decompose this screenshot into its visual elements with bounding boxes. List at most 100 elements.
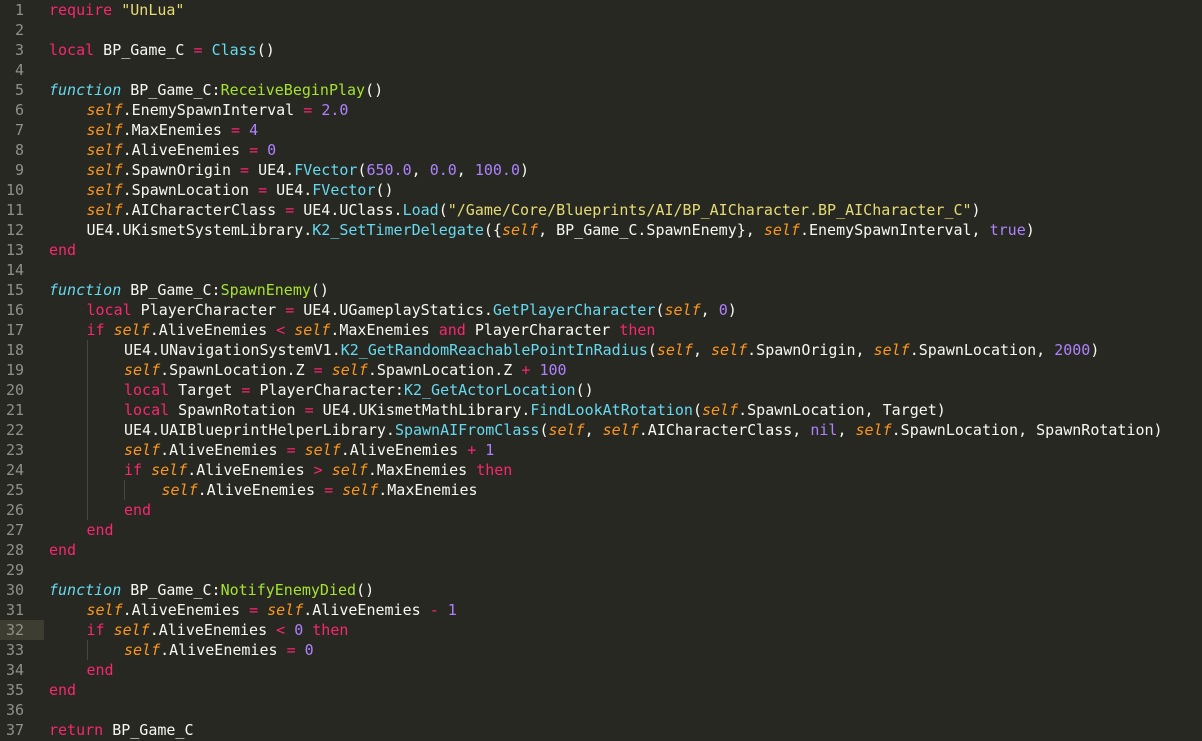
code-token: + xyxy=(467,441,477,459)
code-text[interactable]: local SpawnRotation = UE4.UKismetMathLib… xyxy=(124,400,946,420)
code-text[interactable]: end xyxy=(87,520,114,540)
code-text[interactable]: self.SpawnLocation.Z = self.SpawnLocatio… xyxy=(124,360,567,380)
code-line[interactable]: 6 self.EnemySpawnInterval = 2.0 xyxy=(0,100,1202,120)
code-token: = xyxy=(304,401,314,419)
code-text[interactable]: end xyxy=(87,660,114,680)
indent-guide xyxy=(124,480,125,500)
code-text[interactable]: UE4.UNavigationSystemV1.K2_GetRandomReac… xyxy=(124,340,1099,360)
code-token: function xyxy=(49,581,122,599)
code-line[interactable]: 33 self.AliveEnemies = 0 xyxy=(0,640,1202,660)
code-line[interactable]: 1 require "UnLua" xyxy=(0,0,1202,20)
code-line[interactable]: 36 xyxy=(0,700,1202,720)
code-token: K2_GetActorLocation xyxy=(403,381,576,399)
code-line[interactable]: 27 end xyxy=(0,520,1202,540)
code-token: ) xyxy=(971,201,981,219)
code-line[interactable]: 15 function BP_Game_C:SpawnEnemy() xyxy=(0,280,1202,300)
code-token: self xyxy=(86,601,123,619)
code-text[interactable]: self.AliveEnemies = 0 xyxy=(87,140,277,160)
code-token: end xyxy=(124,501,152,519)
code-line[interactable]: 25 self.AliveEnemies = self.MaxEnemies xyxy=(0,480,1202,500)
code-line[interactable]: 26 end xyxy=(0,500,1202,520)
code-line[interactable]: 4 xyxy=(0,60,1202,80)
code-token: end xyxy=(49,241,77,259)
code-token: .AICharacterClass, xyxy=(638,421,811,439)
code-token: .SpawnLocation, SpawnRotation) xyxy=(891,421,1163,439)
code-line[interactable]: 18 UE4.UNavigationSystemV1.K2_GetRandomRe… xyxy=(0,340,1202,360)
code-line[interactable]: 10 self.SpawnLocation = UE4.FVector() xyxy=(0,180,1202,200)
code-text[interactable]: if self.AliveEnemies > self.MaxEnemies t… xyxy=(124,460,512,480)
code-line[interactable]: 14 xyxy=(0,260,1202,280)
code-editor[interactable]: 1 require "UnLua" 2 3 local BP_Game_C = Clas… xyxy=(0,0,1202,741)
code-text[interactable]: return BP_Game_C xyxy=(49,720,194,740)
code-line[interactable]: 5 function BP_Game_C:ReceiveBeginPlay() xyxy=(0,80,1202,100)
code-text[interactable]: self.EnemySpawnInterval = 2.0 xyxy=(87,100,349,120)
line-number: 8 xyxy=(14,141,24,159)
code-token: UE4.UClass. xyxy=(294,201,403,219)
code-line[interactable]: 17 if self.AliveEnemies < self.MaxEnemies… xyxy=(0,320,1202,340)
code-line[interactable]: 2 xyxy=(0,20,1202,40)
code-line[interactable]: 35 end xyxy=(0,680,1202,700)
code-text[interactable]: UE4.UKismetSystemLibrary.K2_SetTimerDele… xyxy=(87,220,1035,240)
code-text[interactable]: self.AliveEnemies = 0 xyxy=(124,640,314,660)
code-line[interactable]: 11 self.AICharacterClass = UE4.UClass.Loa… xyxy=(0,200,1202,220)
code-line[interactable]: 19 self.SpawnLocation.Z = self.SpawnLocat… xyxy=(0,360,1202,380)
code-text[interactable]: self.AliveEnemies = self.MaxEnemies xyxy=(162,480,478,500)
code-text[interactable]: self.AliveEnemies = self.AliveEnemies - … xyxy=(87,600,457,620)
code-text[interactable]: end xyxy=(124,500,151,520)
code-token: = xyxy=(303,101,313,119)
code-token: self xyxy=(267,601,304,619)
code-line[interactable]: 30 function BP_Game_C:NotifyEnemyDied() xyxy=(0,580,1202,600)
code-line[interactable]: 28 end xyxy=(0,540,1202,560)
code-line[interactable]: 31 self.AliveEnemies = self.AliveEnemies … xyxy=(0,600,1202,620)
code-text[interactable]: self.MaxEnemies = 4 xyxy=(87,120,259,140)
code-line[interactable]: 12 UE4.UKismetSystemLibrary.K2_SetTimerDe… xyxy=(0,220,1202,240)
code-text[interactable]: if self.AliveEnemies < self.MaxEnemies a… xyxy=(87,320,656,340)
code-token: .AliveEnemies xyxy=(160,441,287,459)
code-token: and xyxy=(438,321,466,339)
code-line[interactable]: 16 local PlayerCharacter = UE4.UGameplayS… xyxy=(0,300,1202,320)
line-number: 28 xyxy=(5,541,24,559)
code-line[interactable]: 21 local SpawnRotation = UE4.UKismetMathL… xyxy=(0,400,1202,420)
line-number: 35 xyxy=(5,681,24,699)
code-token: ( xyxy=(647,341,657,359)
code-line[interactable]: 22 UE4.UAIBlueprintHelperLibrary.SpawnAIF… xyxy=(0,420,1202,440)
code-text[interactable]: self.AICharacterClass = UE4.UClass.Load(… xyxy=(87,200,981,220)
code-text[interactable]: local BP_Game_C = Class() xyxy=(49,40,275,60)
code-line[interactable]: 32 if self.AliveEnemies < 0 then xyxy=(0,620,1202,640)
code-token: self xyxy=(161,481,198,499)
code-line[interactable]: 9 self.SpawnOrigin = UE4.FVector(650.0, 0… xyxy=(0,160,1202,180)
code-text[interactable]: self.AliveEnemies = self.AliveEnemies + … xyxy=(124,440,494,460)
code-token: , xyxy=(456,161,475,179)
code-token: > xyxy=(313,461,323,479)
code-line[interactable]: 13 end xyxy=(0,240,1202,260)
code-line[interactable]: 7 self.MaxEnemies = 4 xyxy=(0,120,1202,140)
code-line[interactable]: 3 local BP_Game_C = Class() xyxy=(0,40,1202,60)
code-text[interactable]: require "UnLua" xyxy=(49,0,184,20)
code-text[interactable]: function BP_Game_C:SpawnEnemy() xyxy=(49,280,329,300)
code-text[interactable]: self.SpawnLocation = UE4.FVector() xyxy=(87,180,394,200)
code-line[interactable]: 29 xyxy=(0,560,1202,580)
code-line[interactable]: 24 if self.AliveEnemies > self.MaxEnemies… xyxy=(0,460,1202,480)
code-text[interactable]: end xyxy=(49,680,76,700)
code-token: () xyxy=(310,281,329,299)
code-text[interactable]: local Target = PlayerCharacter:K2_GetAct… xyxy=(124,380,594,400)
code-line[interactable]: 8 self.AliveEnemies = 0 xyxy=(0,140,1202,160)
code-text[interactable]: local PlayerCharacter = UE4.UGameplaySta… xyxy=(87,300,737,320)
code-token: .SpawnOrigin xyxy=(122,161,241,179)
code-token: self xyxy=(86,121,123,139)
code-text[interactable]: function BP_Game_C:ReceiveBeginPlay() xyxy=(49,80,383,100)
code-line[interactable]: 37 return BP_Game_C xyxy=(0,720,1202,740)
code-text[interactable]: UE4.UAIBlueprintHelperLibrary.SpawnAIFro… xyxy=(124,420,1163,440)
code-text[interactable]: end xyxy=(49,540,76,560)
code-line[interactable]: 34 end xyxy=(0,660,1202,680)
code-text[interactable]: if self.AliveEnemies < 0 then xyxy=(87,620,349,640)
code-text[interactable]: self.SpawnOrigin = UE4.FVector(650.0, 0.… xyxy=(87,160,530,180)
code-text[interactable]: end xyxy=(49,240,76,260)
code-token: = xyxy=(313,361,323,379)
code-line[interactable]: 23 self.AliveEnemies = self.AliveEnemies … xyxy=(0,440,1202,460)
code-line[interactable]: 20 local Target = PlayerCharacter:K2_GetA… xyxy=(0,380,1202,400)
line-number: 6 xyxy=(14,101,24,119)
code-token: 2.0 xyxy=(321,101,349,119)
code-text[interactable]: function BP_Game_C:NotifyEnemyDied() xyxy=(49,580,374,600)
